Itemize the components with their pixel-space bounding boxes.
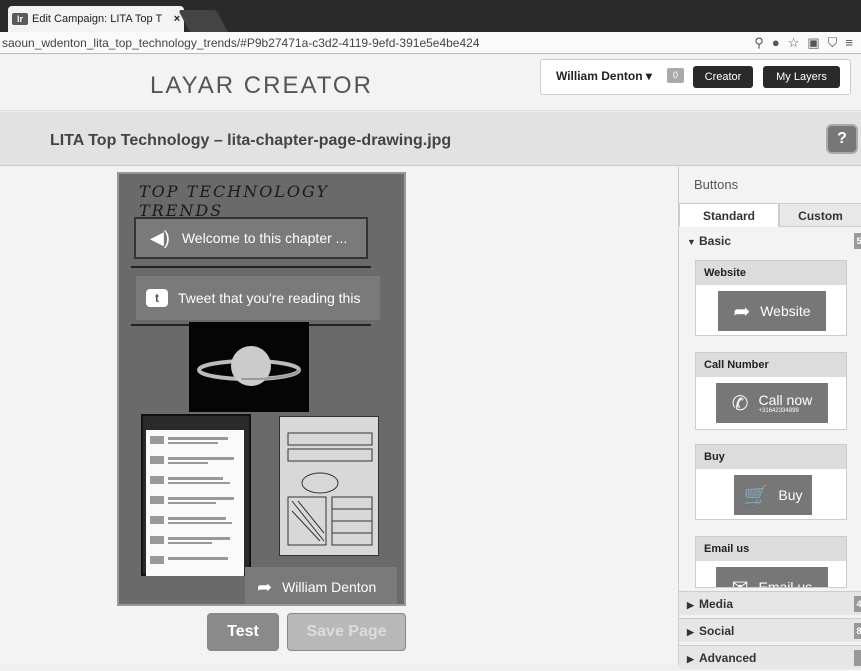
page-subheader: LITA Top Technology – lita-chapter-page-… xyxy=(0,112,861,166)
email-button-preview[interactable]: ✉ Email us xyxy=(716,567,828,588)
buy-card-title: Buy xyxy=(696,445,846,469)
buy-button-label: Buy xyxy=(778,487,803,503)
user-box: William Denton ▾ 0 Creator My Layers xyxy=(540,59,851,95)
shield-icon[interactable]: ⛉ xyxy=(828,35,838,51)
media-label: Media xyxy=(699,597,734,611)
phone-icon: ✆ xyxy=(731,392,749,415)
advanced-label: Advanced xyxy=(699,651,757,665)
favicon-icon: lr xyxy=(12,13,28,25)
website-card-title: Website xyxy=(696,261,846,285)
star-icon[interactable]: ☆ xyxy=(788,35,800,51)
arrow-icon: ➦ xyxy=(257,576,273,597)
twitter-icon: t xyxy=(146,289,168,307)
new-tab-button[interactable] xyxy=(178,10,228,32)
tab-title: Edit Campaign: LITA Top T xyxy=(32,13,163,25)
page-canvas[interactable]: TOP TECHNOLOGY TRENDS ◀) Welcome to this… xyxy=(117,172,406,606)
sidebar-heading: Buttons xyxy=(694,177,739,192)
basic-count-badge: 5 xyxy=(854,233,861,249)
share-icon[interactable]: ⚲ xyxy=(754,35,764,51)
user-name: William Denton xyxy=(556,69,643,83)
browser-tab[interactable]: lr Edit Campaign: LITA Top T × xyxy=(8,6,184,32)
tweet-button[interactable]: t Tweet that you're reading this xyxy=(136,276,380,320)
help-button[interactable]: ? xyxy=(826,124,858,154)
editor-area: TOP TECHNOLOGY TRENDS ◀) Welcome to this… xyxy=(0,167,678,665)
media-count-badge: 4 xyxy=(854,596,861,612)
url-text[interactable]: saoun_wdenton_lita_top_technology_trends… xyxy=(2,36,754,50)
layar-creator-logo[interactable]: LAYAR CREATOR xyxy=(150,72,373,100)
drawn-title: TOP TECHNOLOGY TRENDS xyxy=(139,182,330,220)
tab-custom[interactable]: Custom xyxy=(779,203,861,227)
advanced-count-badge xyxy=(854,650,861,666)
call-button-label: Call now xyxy=(758,392,813,408)
browser-tab-bar: lr Edit Campaign: LITA Top T × xyxy=(0,0,861,32)
media-section-header[interactable]: ▶ Media 4 xyxy=(679,591,861,615)
cast-icon[interactable]: ▣ xyxy=(807,35,819,51)
speaker-icon: ◀) xyxy=(150,227,170,248)
welcome-label: Welcome to this chapter ... xyxy=(181,230,348,246)
call-button-number: +31642334899 xyxy=(758,408,799,414)
test-button[interactable]: Test xyxy=(207,613,279,651)
advanced-section-header[interactable]: ▶ Advanced xyxy=(679,645,861,669)
basic-label: Basic xyxy=(699,234,732,248)
arrow-icon: ➦ xyxy=(733,300,751,323)
menu-icon[interactable]: ≡ xyxy=(845,35,853,50)
caret-down-icon: ▼ xyxy=(687,237,696,247)
saturn-graphic xyxy=(197,346,301,386)
sketch-page-image[interactable] xyxy=(279,416,379,556)
basic-section-header[interactable]: ▼ Basic 5 xyxy=(679,229,861,253)
creator-button[interactable]: Creator xyxy=(693,66,753,88)
caret-right-icon: ▶ xyxy=(687,600,694,610)
app-header: LAYAR CREATOR William Denton ▾ 0 Creator… xyxy=(0,55,861,111)
buttons-sidebar: Buttons Standard Custom ▼ Basic 5 Website… xyxy=(678,167,861,669)
email-button-label: Email us xyxy=(758,579,813,588)
abp-icon[interactable]: ● xyxy=(772,35,780,50)
call-number-card-title: Call Number xyxy=(696,353,846,377)
caret-right-icon: ▶ xyxy=(687,627,694,637)
save-page-button[interactable]: Save Page xyxy=(287,613,406,651)
author-link-button[interactable]: ➦ William Denton xyxy=(245,567,397,604)
author-label: William Denton xyxy=(282,579,377,595)
email-icon: ✉ xyxy=(731,576,749,588)
page-title: LITA Top Technology – lita-chapter-page-… xyxy=(50,132,452,149)
audio-welcome-button[interactable]: ◀) Welcome to this chapter ... xyxy=(134,217,368,259)
buy-card[interactable]: Buy 🛒 Buy xyxy=(695,444,847,520)
website-button-label: Website xyxy=(760,303,811,319)
phone-screen xyxy=(146,430,244,576)
caret-right-icon: ▶ xyxy=(687,654,694,664)
chevron-down-icon: ▾ xyxy=(645,69,652,83)
social-section-header[interactable]: ▶ Social 8 xyxy=(679,618,861,642)
email-card-title: Email us xyxy=(696,537,846,561)
saturn-image[interactable] xyxy=(189,322,309,412)
tweet-label: Tweet that you're reading this xyxy=(178,290,361,306)
cart-icon: 🛒 xyxy=(743,484,769,507)
sketch-graphic xyxy=(287,432,373,546)
social-label: Social xyxy=(699,624,735,638)
notification-badge[interactable]: 0 xyxy=(667,68,684,83)
drawn-line xyxy=(131,266,371,268)
call-number-card[interactable]: Call Number ✆ Call now +31642334899 xyxy=(695,352,847,430)
address-bar[interactable]: saoun_wdenton_lita_top_technology_trends… xyxy=(0,32,861,54)
user-menu[interactable]: William Denton ▾ xyxy=(556,69,652,83)
buy-button-preview[interactable]: 🛒 Buy xyxy=(734,475,812,515)
website-card[interactable]: Website ➦ Website xyxy=(695,260,847,336)
email-card[interactable]: Email us ✉ Email us xyxy=(695,536,847,588)
sidebar-tabs: Standard Custom xyxy=(679,203,861,227)
my-layers-button[interactable]: My Layers xyxy=(763,66,840,88)
tab-standard[interactable]: Standard xyxy=(679,203,779,227)
call-button-preview[interactable]: ✆ Call now +31642334899 xyxy=(716,383,828,423)
social-count-badge: 8 xyxy=(854,623,861,639)
twitter-phone-image[interactable] xyxy=(141,414,251,576)
website-button-preview[interactable]: ➦ Website xyxy=(718,291,826,331)
